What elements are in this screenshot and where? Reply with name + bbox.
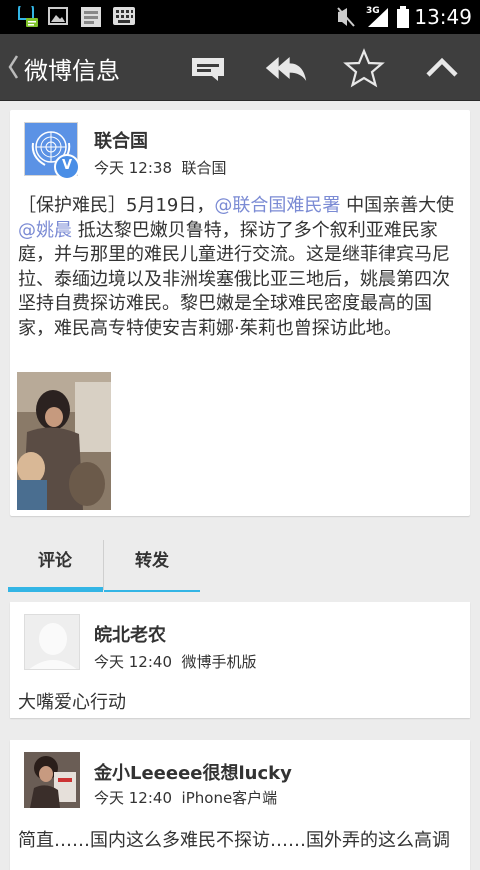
post-author[interactable]: 联合国 — [94, 127, 148, 153]
comment-item[interactable]: 金小Leeeee很想lucky 今天 12:40 iPhone客户端 简直……国… — [10, 740, 470, 870]
verified-badge-icon: V — [54, 154, 80, 180]
battery-icon — [397, 6, 409, 28]
tab-comments-label: 评论 — [38, 551, 72, 571]
reply-all-icon[interactable] — [264, 48, 308, 88]
gallery-icon — [48, 7, 68, 25]
tab-reposts[interactable]: 转发 — [104, 538, 200, 594]
star-icon[interactable] — [342, 48, 386, 88]
mention-link[interactable]: @姚晨 — [18, 220, 72, 241]
back-chevron-icon[interactable] — [6, 52, 20, 82]
clock: 13:49 — [414, 5, 472, 29]
collapse-icon[interactable] — [420, 48, 464, 88]
weibo-post-card: V 联合国 今天 12:38 联合国 ［保护难民］5月19日，@联合国难民署 中… — [10, 110, 470, 516]
keyboard-icon — [113, 7, 135, 25]
tab-reposts-indicator — [104, 590, 200, 592]
post-text-part: 抵达黎巴嫩贝鲁特，探访了多个叙利亚难民家庭，并与那里的难民儿童进行交流。这是继菲… — [18, 219, 450, 339]
post-image-thumbnail[interactable] — [17, 372, 111, 510]
mute-icon — [337, 7, 355, 27]
action-bar: 微博信息 — [0, 34, 480, 101]
status-bar: 3G 13:49 — [0, 0, 480, 34]
user-avatar[interactable] — [24, 752, 80, 808]
tab-comments-indicator — [8, 587, 103, 592]
post-time: 今天 12:38 — [94, 159, 172, 177]
default-avatar[interactable] — [24, 614, 80, 670]
comment-time: 今天 12:40 — [94, 789, 172, 807]
post-text-part: 中国亲善大使 — [340, 195, 455, 216]
comment-icon[interactable] — [186, 48, 230, 88]
post-text-part: ［保护难民］5月19日， — [18, 195, 215, 216]
mail-icon — [81, 7, 101, 27]
comment-source: 微博手机版 — [181, 653, 257, 671]
tab-comments[interactable]: 评论 — [8, 538, 102, 594]
post-body: ［保护难民］5月19日，@联合国难民署 中国亲善大使 @姚晨 抵达黎巴嫩贝鲁特，探… — [18, 194, 462, 342]
page-title[interactable]: 微博信息 — [24, 51, 120, 86]
comment-text: 大嘴爱心行动 — [18, 692, 126, 713]
tab-reposts-label: 转发 — [135, 551, 169, 571]
comment-time: 今天 12:40 — [94, 653, 172, 671]
comment-meta: 今天 12:40 iPhone客户端 — [94, 787, 277, 808]
comment-item[interactable]: 皖北老农 今天 12:40 微博手机版 大嘴爱心行动 — [10, 602, 470, 718]
comment-author[interactable]: 金小Leeeee很想lucky — [94, 759, 292, 785]
comment-text: 简直……国内这么多难民不探访……国外弄的这么高调 — [18, 830, 450, 851]
signal-icon — [368, 8, 388, 27]
comment-author[interactable]: 皖北老农 — [94, 621, 166, 647]
comment-source: iPhone客户端 — [181, 789, 278, 807]
mention-link[interactable]: @联合国难民署 — [214, 195, 340, 216]
comment-meta: 今天 12:40 微博手机版 — [94, 651, 257, 672]
post-source: 联合国 — [181, 159, 227, 177]
post-meta: 今天 12:38 联合国 — [94, 157, 227, 178]
notification-icon — [18, 6, 38, 27]
